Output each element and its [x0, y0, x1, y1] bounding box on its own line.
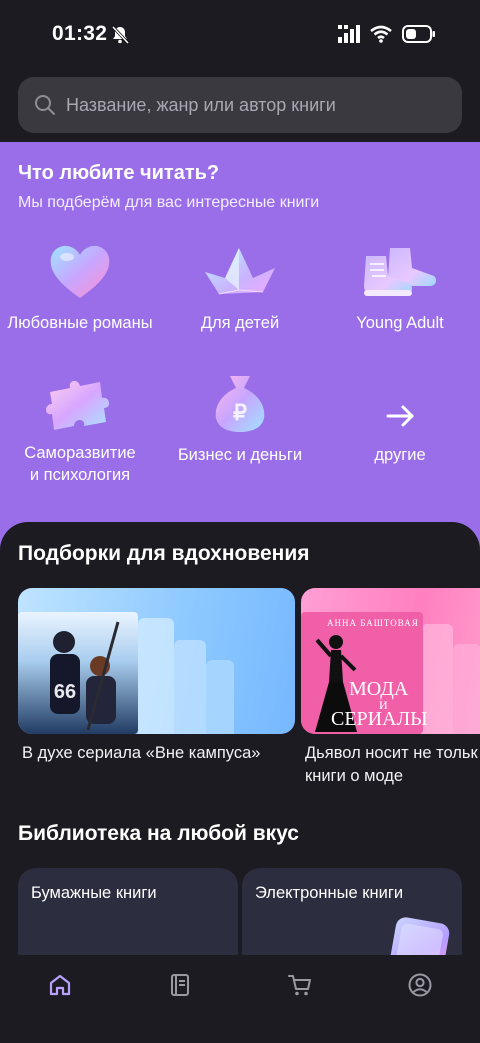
sneakers-icon — [364, 248, 437, 296]
collection-card-fashion[interactable]: АННА БАШТОВАЯ МОДА И СЕРИАЛЫ — [301, 588, 480, 734]
nav-profile[interactable] — [400, 965, 440, 1005]
cover-decor — [174, 640, 206, 734]
genre-young-adult[interactable]: Young Adult — [320, 242, 480, 334]
home-icon — [49, 974, 71, 996]
genre-self-development[interactable]: Саморазвитие и психология — [0, 372, 160, 486]
genre-young-adult-label: Young Adult — [356, 314, 444, 332]
book-author: АННА БАШТОВАЯ — [327, 618, 419, 628]
svg-text:₽: ₽ — [233, 400, 247, 425]
genres-subtitle: Мы подберём для вас интересные книги — [18, 194, 320, 211]
search-icon — [35, 95, 55, 115]
genre-kids-label: Для детей — [200, 314, 280, 332]
search-input[interactable] — [66, 94, 436, 116]
book-cover-off-campus: 66 — [18, 612, 138, 734]
muted-bell-icon — [111, 25, 130, 45]
cart-icon — [288, 975, 311, 996]
genre-self-development-label-1: Саморазвитие — [24, 444, 136, 462]
genre-picker: Что любите читать? Мы подберём для вас и… — [0, 142, 480, 562]
cover-decor — [206, 660, 234, 734]
collection-caption-2-line2: книги о моде — [305, 767, 404, 785]
cover-decor — [453, 644, 480, 734]
status-bar: 01:32 — [0, 0, 480, 70]
heart-icon — [50, 245, 110, 298]
screen: 01:32 Название, жанр или автор книги Что… — [0, 0, 480, 1043]
wifi-icon — [370, 25, 392, 43]
collection-card-off-campus[interactable]: 66 — [18, 588, 295, 734]
genre-self-development-label-2: и психология — [29, 466, 131, 484]
content-sheet: Подборки для вдохновения 66 В духе сериа… — [0, 522, 480, 978]
profile-icon — [408, 973, 432, 997]
collection-caption-2-line1: Дьявол носит не тольк — [305, 744, 478, 762]
arrow-right-icon — [386, 405, 414, 427]
nav-cart[interactable] — [280, 965, 320, 1005]
genre-business[interactable]: ₽ Бизнес и деньги — [160, 372, 320, 466]
collection-caption-2: Дьявол носит не тольк книги о моде — [305, 742, 478, 788]
genre-other[interactable]: другие — [320, 372, 480, 466]
nav-my-books[interactable] — [160, 965, 200, 1005]
signal-icon — [338, 25, 360, 43]
genre-business-label: Бизнес и деньги — [177, 446, 303, 464]
cover-decor — [138, 618, 174, 734]
genre-romance[interactable]: Любовные романы — [0, 242, 160, 334]
puzzle-icon — [46, 380, 110, 430]
paper-boat-icon — [205, 248, 275, 295]
genres-title: Что любите читать? — [18, 162, 220, 184]
collections-title: Подборки для вдохновения — [18, 542, 310, 565]
collection-caption-1: В духе сериала «Вне кампуса» — [22, 744, 261, 762]
book-cover-art: 66 — [50, 621, 120, 731]
library-title: Библиотека на любой вкус — [18, 822, 299, 845]
nav-home[interactable] — [40, 965, 80, 1005]
genre-kids[interactable]: Для детей — [160, 242, 320, 334]
book-icon — [171, 974, 189, 996]
svg-text:66: 66 — [54, 681, 76, 703]
book-title-3: СЕРИАЛЫ — [331, 708, 428, 730]
bottom-nav — [0, 955, 480, 1043]
book-cover-fashion: АННА БАШТОВАЯ МОДА И СЕРИАЛЫ — [301, 612, 428, 734]
battery-icon — [402, 25, 435, 43]
library-card-ebook-label: Электронные книги — [255, 884, 404, 902]
status-time: 01:32 — [52, 22, 108, 45]
genre-other-label: другие — [374, 446, 426, 464]
genre-romance-label: Любовные романы — [7, 314, 153, 332]
library-card-paper-label: Бумажные книги — [31, 884, 157, 902]
status-icons — [338, 25, 436, 43]
money-bag-icon: ₽ — [215, 376, 265, 432]
search-bar[interactable] — [18, 77, 462, 133]
